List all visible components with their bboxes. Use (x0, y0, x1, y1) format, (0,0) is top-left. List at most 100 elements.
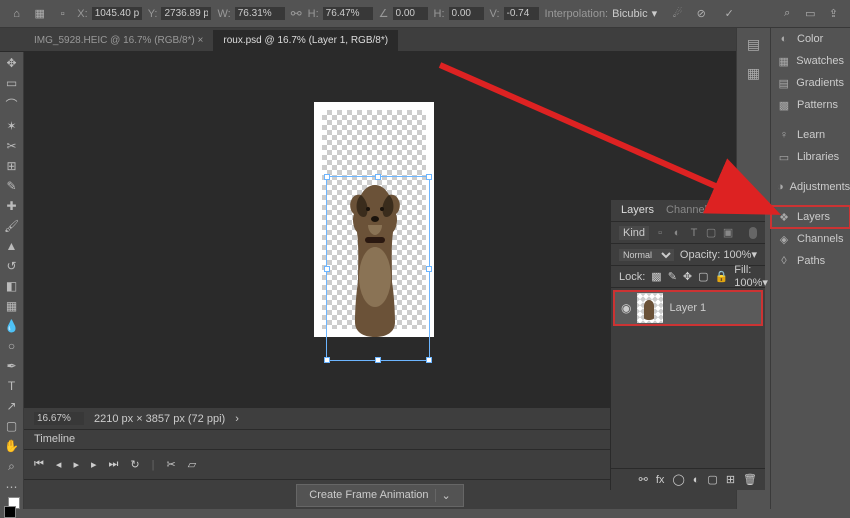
stamp-tool[interactable]: ▲ (3, 239, 21, 253)
panel-color[interactable]: ◐Color (771, 28, 850, 50)
lock-artboard-icon[interactable]: ▢ (698, 270, 708, 283)
share-icon[interactable]: ⇪ (825, 5, 842, 23)
wand-tool[interactable]: ✶ (3, 119, 21, 133)
filter-shape-icon[interactable]: ▢ (705, 227, 717, 239)
eyedropper-tool[interactable]: ✎ (3, 179, 21, 193)
handle-tl[interactable] (324, 174, 330, 180)
chevron-right-icon[interactable]: › (235, 413, 239, 425)
paths-icon: ◊ (777, 254, 791, 268)
h-input[interactable] (323, 7, 373, 20)
panel-paths[interactable]: ◊Paths (771, 250, 850, 272)
visibility-icon[interactable]: ◉ (621, 301, 631, 315)
history-brush-tool[interactable]: ↺ (3, 259, 21, 273)
tl-last-icon[interactable]: ⏭ (109, 458, 119, 471)
layer-row-1[interactable]: ◉ Layer 1 (613, 290, 763, 326)
angle-input[interactable] (393, 7, 428, 20)
tl-play-icon[interactable]: ▸ (73, 458, 79, 471)
layer-name[interactable]: Layer 1 (669, 302, 706, 314)
y-label: Y: (148, 8, 158, 20)
healing-tool[interactable]: ✚ (3, 199, 21, 213)
tl-loop-icon[interactable]: ↻ (130, 458, 139, 471)
dodge-tool[interactable]: ○ (3, 339, 21, 353)
chevron-down-icon[interactable]: ⌄ (435, 489, 451, 502)
marquee-tool[interactable]: ▭ (3, 76, 21, 90)
move-tool[interactable]: ✥ (3, 56, 21, 70)
filter-smart-icon[interactable]: ▣ (722, 227, 734, 239)
vskew-input[interactable] (504, 7, 539, 20)
lock-position-icon[interactable]: ✥ (683, 270, 692, 283)
link-layers-icon[interactable]: ⚯ (639, 473, 648, 486)
lock-transparency-icon[interactable]: ▩ (651, 270, 661, 283)
tl-prev-icon[interactable]: ◂ (56, 458, 62, 471)
interp-value[interactable]: Bicubic (612, 8, 647, 20)
handle-tm[interactable] (375, 174, 381, 180)
gradients-label: Gradients (796, 77, 844, 89)
swatches-label: Swatches (796, 55, 844, 67)
panel-channels[interactable]: ◈Channels (771, 228, 850, 250)
adjustment-layer-icon[interactable]: ◐ (693, 474, 700, 486)
eraser-tool[interactable]: ◧ (3, 279, 21, 293)
tl-cut-icon[interactable]: ✂ (166, 458, 175, 471)
tab-roux[interactable]: roux.psd @ 16.7% (Layer 1, RGB/8*) (213, 30, 398, 51)
handle-bl[interactable] (324, 357, 330, 363)
blur-tool[interactable]: 💧 (3, 319, 21, 333)
w-input[interactable] (235, 7, 285, 20)
handle-ml[interactable] (324, 266, 330, 272)
opacity-value[interactable]: 100% (723, 249, 751, 261)
commit-icon[interactable]: ✓ (720, 5, 738, 23)
filter-kind-label[interactable]: Kind (619, 226, 649, 240)
more-tools[interactable]: ⋯ (3, 480, 21, 494)
arrange-icon[interactable]: ▭ (802, 5, 819, 23)
tl-convert-icon[interactable]: ▱ (188, 458, 196, 471)
crop-tool[interactable]: ✂ (3, 139, 21, 153)
chevron-down-icon[interactable]: ▾ (652, 7, 658, 20)
tl-first-icon[interactable]: ⏮ (34, 458, 44, 471)
zoom-tool[interactable]: ⌕ (3, 459, 21, 474)
frame-tool[interactable]: ⊞ (3, 159, 21, 173)
cancel-icon[interactable]: ⊘ (692, 5, 710, 23)
lock-paint-icon[interactable]: ✎ (668, 270, 677, 283)
hskew-input[interactable] (449, 7, 484, 20)
layers-panel: Layers Channels Paths ≡ Kind ▫ ◐ T ▢ ▣ N… (610, 200, 765, 490)
doc-dims: 2210 px × 3857 px (72 ppi) (94, 413, 225, 425)
lock-all-icon[interactable]: 🔒 (715, 270, 729, 283)
tl-next-icon[interactable]: ▸ (91, 458, 97, 471)
fx-icon[interactable]: fx (656, 474, 665, 486)
path-tool[interactable]: ↗ (3, 399, 21, 413)
filter-toggle[interactable] (749, 227, 757, 239)
handle-mr[interactable] (426, 266, 432, 272)
filter-type-icon[interactable]: T (688, 227, 700, 239)
delete-layer-icon[interactable]: 🗑 (743, 473, 757, 486)
x-input[interactable] (92, 7, 142, 20)
create-frame-button[interactable]: Create Frame Animation⌄ (296, 484, 463, 507)
new-layer-icon[interactable]: ⊞ (726, 473, 735, 486)
type-tool[interactable]: T (3, 379, 21, 393)
search-icon[interactable]: ⌕ (779, 5, 796, 23)
shape-tool[interactable]: ▢ (3, 419, 21, 433)
home-icon[interactable]: ⌂ (8, 5, 25, 23)
y-input[interactable] (161, 7, 211, 20)
tab-img5928[interactable]: IMG_5928.HEIC @ 16.7% (RGB/8*) × (24, 30, 213, 51)
gradient-tool[interactable]: ▦ (3, 299, 21, 313)
handle-bm[interactable] (375, 357, 381, 363)
handle-br[interactable] (426, 357, 432, 363)
warp-icon[interactable]: ☄ (669, 5, 686, 23)
history-icon[interactable]: ▤ (747, 36, 760, 53)
options-bar: ⌂ ▦ ▫ X: Y: W: ⚯ H: ∠ H: V: Interpolatio… (0, 0, 850, 28)
zoom-input[interactable] (34, 412, 84, 425)
group-icon[interactable]: ▢ (707, 473, 717, 486)
blend-mode-select[interactable]: Normal (619, 249, 674, 261)
mask-icon[interactable]: ◯ (672, 473, 684, 486)
libraries-label: Libraries (797, 151, 839, 163)
crop-icon[interactable]: ▦ (31, 5, 48, 23)
layer-thumbnail[interactable] (637, 293, 663, 323)
filter-pixel-icon[interactable]: ▫ (654, 227, 666, 239)
anchor-icon[interactable]: ▫ (54, 5, 71, 23)
brush-tool[interactable]: 🖌 (3, 219, 21, 233)
hand-tool[interactable]: ✋ (3, 439, 21, 453)
lasso-tool[interactable]: ⌒ (3, 96, 21, 113)
filter-adjust-icon[interactable]: ◐ (671, 227, 683, 239)
transform-box[interactable] (326, 176, 430, 361)
pen-tool[interactable]: ✒ (3, 359, 21, 373)
link-icon[interactable]: ⚯ (291, 6, 302, 22)
